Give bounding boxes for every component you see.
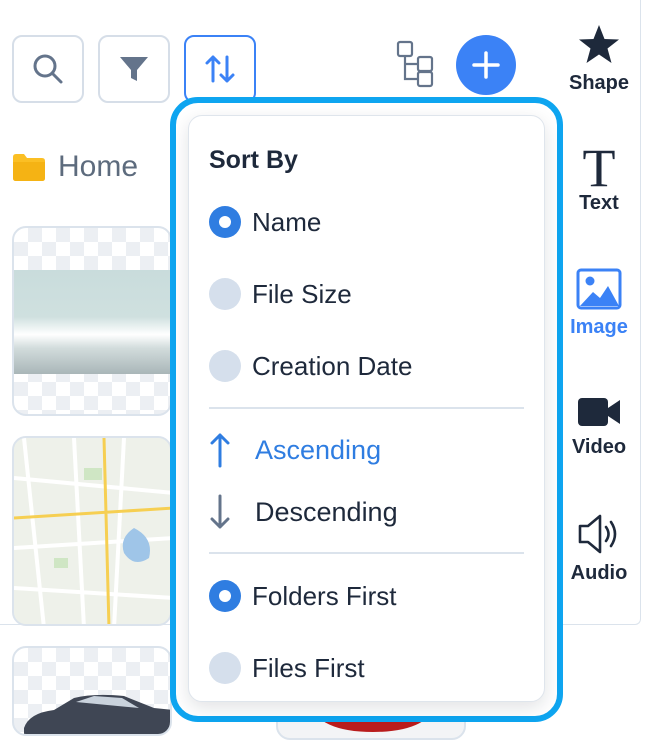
- sidebar-item-audio[interactable]: Audio: [562, 512, 636, 585]
- image-icon: [576, 268, 622, 310]
- star-icon: [579, 25, 619, 63]
- hierarchy-icon: [396, 40, 434, 88]
- folder-icon: [13, 154, 45, 181]
- sort-menu-title: Sort By: [209, 146, 298, 174]
- group-option-files-first[interactable]: Files First: [209, 652, 365, 684]
- hierarchy-view-button[interactable]: [396, 40, 436, 88]
- divider: [209, 552, 524, 554]
- media-thumbnail[interactable]: [12, 436, 172, 626]
- filter-icon: [120, 57, 148, 81]
- sidebar-item-label: Text: [579, 192, 619, 214]
- sort-direction-label: Ascending: [255, 434, 382, 465]
- arrow-up-icon: [210, 433, 230, 468]
- plus-icon: [472, 51, 500, 79]
- group-option-label: Folders First: [252, 580, 397, 611]
- sidebar-item-image[interactable]: Image: [562, 268, 636, 339]
- search-icon: [33, 54, 63, 84]
- divider: [209, 407, 524, 409]
- radio-button[interactable]: [209, 206, 241, 238]
- sort-option-label: Name: [252, 206, 322, 237]
- sidebar-item-shape[interactable]: Shape: [562, 24, 636, 95]
- sort-option-label: Creation Date: [252, 350, 413, 381]
- sort-menu: Sort By Name File Size Creation Date Asc…: [188, 115, 545, 702]
- radio-button[interactable]: [209, 350, 241, 382]
- sort-direction-ascending[interactable]: Ascending: [209, 432, 381, 468]
- radio-button[interactable]: [209, 278, 241, 310]
- map-image: [14, 438, 170, 624]
- breadcrumb[interactable]: Home: [12, 150, 138, 184]
- radio-button[interactable]: [209, 652, 241, 684]
- gradient-bar-image: [14, 270, 170, 374]
- radio-button[interactable]: [209, 580, 241, 612]
- filter-button[interactable]: [98, 35, 170, 103]
- sidebar-item-label: Image: [570, 316, 628, 338]
- text-T-icon: T: [583, 140, 616, 190]
- media-thumbnail[interactable]: [12, 226, 172, 416]
- sort-option-label: File Size: [252, 278, 352, 309]
- search-button[interactable]: [12, 35, 84, 103]
- sidebar-item-video[interactable]: Video: [562, 394, 636, 459]
- group-option-folders-first[interactable]: Folders First: [209, 580, 396, 612]
- video-camera-icon: [578, 398, 620, 426]
- sort-direction-label: Descending: [255, 496, 398, 527]
- sidebar-item-text[interactable]: T Text: [562, 140, 636, 215]
- sort-option-file-size[interactable]: File Size: [209, 278, 352, 310]
- sort-option-name[interactable]: Name: [209, 206, 321, 238]
- sort-option-creation-date[interactable]: Creation Date: [209, 350, 412, 382]
- breadcrumb-label: Home: [58, 150, 139, 183]
- speaker-icon: [578, 514, 617, 554]
- sort-button[interactable]: [184, 35, 256, 103]
- sidebar-item-label: Audio: [570, 562, 628, 584]
- sort-direction-descending[interactable]: Descending: [209, 494, 398, 530]
- sort-arrows-icon: [205, 55, 235, 83]
- sort-dropdown: Sort By Name File Size Creation Date Asc…: [170, 97, 563, 722]
- group-option-label: Files First: [252, 652, 365, 683]
- svg-text:T: T: [583, 140, 616, 190]
- arrow-down-icon: [210, 494, 230, 529]
- car-image: [24, 694, 170, 734]
- add-button[interactable]: [456, 35, 516, 95]
- sidebar-item-label: Shape: [568, 72, 630, 94]
- media-thumbnail[interactable]: [12, 646, 172, 736]
- sidebar-item-label: Video: [571, 436, 627, 458]
